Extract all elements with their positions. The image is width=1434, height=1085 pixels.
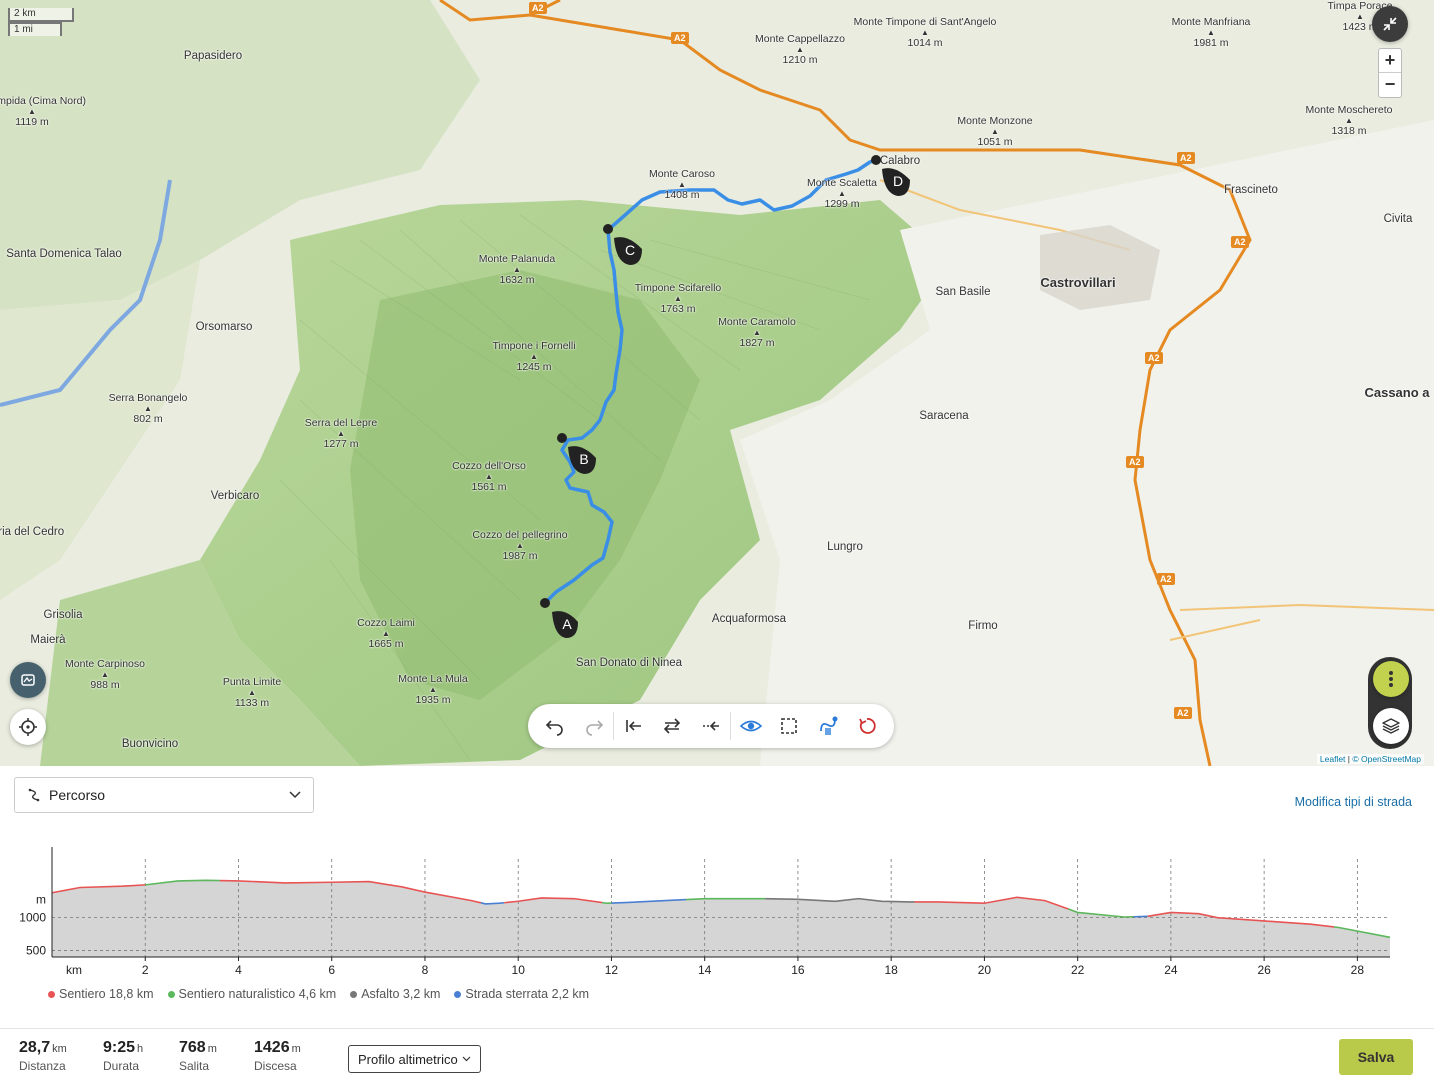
route-panel: Percorso Modifica tipi di strada m 1000 50… — [0, 766, 1434, 1085]
x-tick-label: 22 — [1071, 963, 1085, 977]
legend-label: Sentiero 18,8 km — [59, 987, 154, 1001]
waypoint-d[interactable] — [871, 155, 910, 196]
legend-item: Sentiero 18,8 km — [48, 987, 154, 1001]
stat-distance: 28,7 km Distanza — [19, 1039, 67, 1073]
elevation-area — [52, 880, 1390, 957]
chevron-down-icon — [462, 1056, 471, 1062]
stat-descent: 1426 m Discesa — [254, 1039, 301, 1073]
redo-button[interactable] — [575, 706, 614, 746]
layers-button[interactable] — [1373, 708, 1409, 744]
legend-swatch — [48, 990, 55, 998]
waypoint-d-label: D — [892, 173, 904, 189]
undo-icon — [546, 720, 564, 736]
legend-swatch — [350, 990, 358, 998]
legend-item: Strada sterrata 2,2 km — [454, 987, 589, 1001]
legend-item: Sentiero naturalistico 4,6 km — [167, 987, 337, 1001]
map-attribution: Leaflet | © OpenStreetMap — [1316, 754, 1424, 764]
crosshair-icon — [19, 718, 37, 736]
zoom-out-button[interactable]: − — [1379, 73, 1401, 97]
reset-icon — [858, 718, 876, 734]
x-tick-label: 24 — [1164, 963, 1178, 977]
redo-icon — [586, 720, 604, 736]
x-tick-label: 18 — [884, 963, 898, 977]
map-view[interactable]: 2 km 1 mi Monte Timpone di Sant'Angelo ▲ 1… — [0, 0, 1434, 766]
map-style-icon — [21, 674, 35, 686]
collapse-map-button[interactable] — [1372, 6, 1408, 42]
x-tick-label: 2 — [142, 963, 149, 977]
map-style-button[interactable] — [10, 662, 46, 698]
chart-legend: Sentiero 18,8 km Sentiero naturalistico 4… — [48, 987, 589, 1001]
reverse-route-button[interactable] — [653, 706, 692, 746]
stats-bar: 28,7 km Distanza 9:25 h Durata 768 m Salita… — [0, 1028, 1434, 1085]
locate-button[interactable] — [10, 709, 46, 745]
x-tick-label: 16 — [791, 963, 805, 977]
legend-item: Asfalto 3,2 km — [350, 987, 440, 1001]
legend-swatch — [167, 990, 175, 998]
move-end-icon — [702, 721, 719, 731]
leaflet-link[interactable]: Leaflet — [1320, 754, 1346, 764]
route-selector[interactable]: Percorso — [14, 777, 314, 813]
x-tick-label: 12 — [605, 963, 619, 977]
visibility-button[interactable] — [731, 706, 770, 746]
stat-ascent: 768 m Salita — [179, 1039, 217, 1073]
waypoint-a-label: A — [562, 616, 572, 632]
x-tick-label: 8 — [422, 963, 429, 977]
waypoint-c[interactable] — [603, 224, 642, 265]
stat-duration: 9:25 h Durata — [103, 1039, 144, 1073]
x-tick-label: 26 — [1257, 963, 1271, 977]
legend-swatch — [454, 990, 462, 998]
y-axis-label: m — [36, 892, 46, 906]
x-axis-label: km — [66, 963, 82, 977]
save-button[interactable]: Salva — [1339, 1039, 1413, 1075]
zoom-in-button[interactable]: + — [1379, 49, 1401, 73]
waypoint-a[interactable] — [540, 598, 578, 638]
layers-icon — [1382, 718, 1400, 734]
reset-button[interactable] — [847, 706, 886, 746]
x-tick-label: 10 — [512, 963, 526, 977]
route-selector-label: Percorso — [49, 787, 106, 803]
elevation-profile-button[interactable]: Profilo altimetrico — [348, 1045, 481, 1073]
select-area-button[interactable] — [770, 706, 809, 746]
y-tick-label: 500 — [26, 943, 46, 957]
reverse-route-icon — [664, 718, 681, 734]
chevron-down-icon — [289, 791, 301, 799]
zoom-control: + − — [1378, 48, 1402, 98]
legend-label: Asfalto 3,2 km — [361, 987, 441, 1001]
route-icon — [28, 788, 40, 802]
elevation-segment — [602, 901, 612, 905]
eye-icon — [739, 720, 762, 732]
waypoint-c-label: C — [624, 242, 636, 258]
legend-label: Sentiero naturalistico 4,6 km — [178, 987, 337, 1001]
more-vertical-icon — [1389, 671, 1393, 687]
route-toolbar — [528, 704, 894, 748]
undo-button[interactable] — [536, 706, 575, 746]
waypoint-b-label: B — [579, 451, 589, 467]
y-tick-label: 1000 — [19, 911, 46, 925]
x-tick-label: 20 — [978, 963, 992, 977]
elevation-segment — [685, 897, 766, 901]
x-tick-label: 6 — [328, 963, 335, 977]
route-mode-button[interactable] — [809, 706, 848, 746]
select-area-icon — [781, 718, 798, 734]
elevation-chart[interactable]: m1000500km 2 4 6 8 10 12 14 16 18 20 22 24 26 28 — [0, 841, 1434, 981]
legend-label: Strada sterrata 2,2 km — [465, 987, 590, 1001]
more-options-button[interactable] — [1373, 661, 1409, 697]
move-end-button[interactable] — [692, 706, 731, 746]
osm-link[interactable]: © OpenStreetMap — [1352, 754, 1421, 764]
x-tick-label: 4 — [235, 963, 242, 977]
route-mode-icon — [820, 716, 838, 735]
waypoint-b[interactable] — [557, 433, 596, 474]
collapse-icon — [1383, 17, 1397, 31]
x-tick-label: 14 — [698, 963, 712, 977]
waypoint-layer — [540, 155, 910, 638]
elevation-segment — [480, 901, 505, 905]
move-start-icon — [625, 720, 641, 732]
move-start-button[interactable] — [614, 706, 653, 746]
x-tick-label: 28 — [1351, 963, 1365, 977]
modify-road-types-link[interactable]: Modifica tipi di strada — [1295, 795, 1412, 809]
